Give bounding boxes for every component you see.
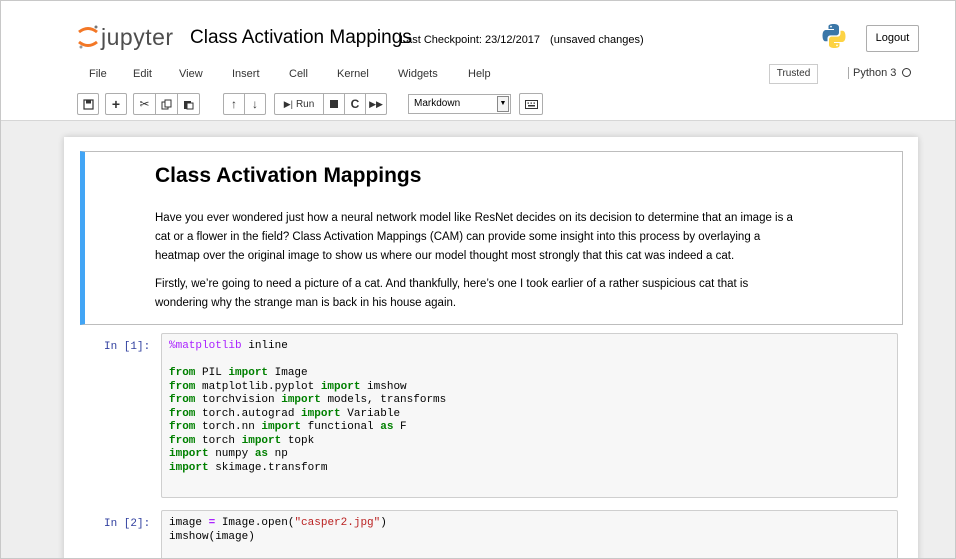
edit-button-group: ✂: [133, 93, 200, 115]
jupyter-logo[interactable]: jupyter: [77, 23, 174, 51]
step-forward-icon: ▶|: [283, 98, 293, 109]
logout-button[interactable]: Logout: [866, 25, 919, 52]
header: jupyter Class Activation Mappings Last C…: [1, 1, 955, 121]
menu-kernel[interactable]: Kernel: [337, 68, 369, 80]
menu-cell[interactable]: Cell: [289, 68, 308, 80]
jupyter-logo-text: jupyter: [101, 23, 174, 50]
menu-view[interactable]: View: [179, 68, 203, 80]
markdown-paragraph-2: Firstly, we’re going to need a picture o…: [155, 275, 880, 313]
stop-icon: [330, 100, 338, 108]
notebook-title[interactable]: Class Activation Mappings: [190, 27, 412, 49]
input-prompt: In [2]:: [104, 518, 151, 530]
code-line: import skimage.transform: [169, 461, 328, 474]
run-button-group: ▶| Run C ▶▶: [274, 93, 387, 115]
code-line: from torch.nn import functional as F: [169, 421, 407, 433]
cell-type-value: Markdown: [414, 98, 461, 109]
menu-widgets[interactable]: Widgets: [398, 68, 438, 80]
interrupt-button[interactable]: [323, 93, 345, 115]
run-button[interactable]: ▶| Run: [274, 93, 324, 115]
trusted-indicator[interactable]: Trusted: [769, 64, 818, 84]
scissors-icon: ✂: [139, 97, 150, 111]
code-line: %matplotlib inline: [169, 340, 288, 352]
kernel-indicator: Python 3: [848, 67, 912, 79]
markdown-heading: Class Activation Mappings: [155, 164, 422, 187]
text-line: Firstly, we’re going to need a picture o…: [155, 278, 749, 290]
kernel-idle-icon: [902, 68, 912, 77]
python-logo-icon: [821, 23, 847, 49]
paste-button[interactable]: [177, 93, 200, 115]
save-button[interactable]: [77, 93, 99, 115]
text-line: wondering why the strange man is back in…: [155, 297, 457, 309]
text-line: heatmap over the original image to show …: [155, 250, 735, 262]
save-icon: [82, 98, 94, 110]
text-line: cat or a flower in the field? Class Acti…: [155, 231, 761, 243]
plus-icon: +: [111, 96, 121, 112]
jupyter-logo-icon: [77, 23, 99, 51]
move-up-button[interactable]: ↑: [223, 93, 245, 115]
cell-type-select[interactable]: Markdown ▼: [408, 94, 511, 114]
jupyter-window: jupyter Class Activation Mappings Last C…: [0, 0, 956, 559]
code-line: from torch.autograd import Variable: [169, 407, 401, 420]
restart-run-all-button[interactable]: ▶▶: [365, 93, 387, 115]
run-label: Run: [295, 98, 315, 110]
move-button-group: ↑ ↓: [223, 93, 266, 115]
code-line: from matplotlib.pyplot import imshow: [169, 380, 407, 393]
menu-help[interactable]: Help: [468, 68, 491, 80]
kernel-name: Python 3: [853, 67, 897, 79]
menu-edit[interactable]: Edit: [133, 68, 152, 80]
paste-icon: [184, 100, 194, 109]
command-palette-button[interactable]: [519, 93, 543, 115]
restart-button[interactable]: C: [344, 93, 366, 115]
code-line: imshow(image): [169, 530, 255, 543]
move-down-button[interactable]: ↓: [244, 93, 266, 115]
code-line: from PIL import Image: [169, 367, 308, 379]
code-cell-editor[interactable]: image = Image.open("casper2.jpg") imshow…: [161, 510, 898, 558]
keyboard-icon: [524, 99, 538, 109]
restart-icon: C: [350, 97, 360, 111]
chevron-down-icon: ▼: [497, 96, 509, 112]
last-checkpoint: Last Checkpoint: 23/12/2017: [400, 34, 541, 46]
arrow-up-icon: ↑: [231, 97, 237, 111]
notebook-container: Class Activation Mappings Have you ever …: [64, 137, 918, 558]
fast-forward-icon: ▶▶: [369, 98, 383, 109]
code-line: from torchvision import models, transfor…: [169, 394, 447, 406]
unsaved-indicator: (unsaved changes): [550, 34, 644, 46]
menu-insert[interactable]: Insert: [232, 68, 260, 80]
code-line: from torch import topk: [169, 434, 315, 447]
cut-button[interactable]: ✂: [133, 93, 156, 115]
input-prompt: In [1]:: [104, 341, 151, 353]
arrow-down-icon: ↓: [252, 97, 258, 111]
markdown-paragraph-1: Have you ever wondered just how a neural…: [155, 209, 880, 266]
text-line: Have you ever wondered just how a neural…: [155, 212, 793, 224]
code-line: import numpy as np: [169, 448, 288, 460]
insert-cell-button[interactable]: +: [105, 93, 127, 115]
checkpoint-status: Last Checkpoint: 23/12/2017 (unsaved chan…: [400, 34, 644, 46]
code-cell-editor[interactable]: %matplotlib inline from PIL import Image…: [161, 333, 898, 498]
copy-icon: [161, 99, 172, 109]
code-line: image = Image.open("casper2.jpg"): [169, 517, 387, 529]
menu-file[interactable]: File: [89, 68, 107, 80]
copy-button[interactable]: [155, 93, 178, 115]
